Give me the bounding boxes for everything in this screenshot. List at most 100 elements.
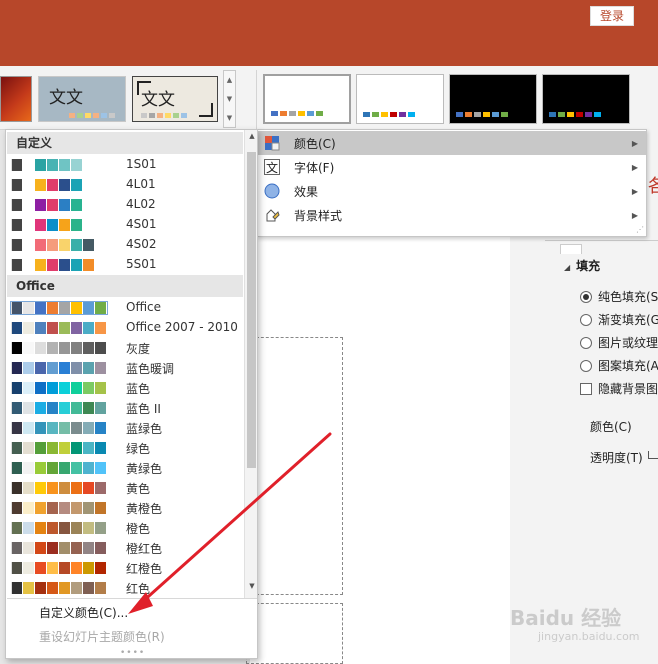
hide-background-graphics-option[interactable]: 隐藏背景图 xyxy=(580,380,658,397)
color-scheme-row[interactable]: Office xyxy=(7,298,243,318)
gradient-fill-option[interactable]: 渐变填充(G xyxy=(580,311,658,328)
color-scheme-row[interactable]: 4S02 xyxy=(7,235,243,255)
submenu-item-fonts[interactable]: 文 字体(F) ▶ xyxy=(258,155,646,179)
fill-tab-icon[interactable] xyxy=(560,244,582,254)
color-scheme-name: 蓝色暖调 xyxy=(126,362,175,376)
radio-button[interactable] xyxy=(580,290,592,303)
variant-thumbnail[interactable] xyxy=(263,74,351,124)
color-scheme-row[interactable]: 黄绿色 xyxy=(7,458,243,478)
color-scheme-row[interactable]: 绿色 xyxy=(7,438,243,458)
radio-button[interactable] xyxy=(580,313,592,326)
color-swatch xyxy=(47,462,59,474)
color-swatch xyxy=(59,582,71,594)
variant-thumbnail[interactable] xyxy=(449,74,537,124)
color-swatch xyxy=(35,219,47,231)
dropdown-scrollbar[interactable]: ▲ ▼ xyxy=(244,130,257,598)
color-scheme-row[interactable]: 红橙色 xyxy=(7,558,243,578)
color-swatch xyxy=(11,302,23,314)
title-bar: 登录 xyxy=(0,0,658,66)
color-scheme-row[interactable]: 1S01 xyxy=(7,155,243,175)
variant-color-dot xyxy=(501,112,508,117)
color-scheme-name: 橙红色 xyxy=(126,542,163,556)
radio-button[interactable] xyxy=(580,359,592,372)
color-swatch xyxy=(23,422,35,434)
collapse-triangle-icon: ◢ xyxy=(564,263,571,272)
color-scheme-row[interactable]: 蓝色暖调 xyxy=(7,358,243,378)
pattern-fill-option[interactable]: 图案填充(A xyxy=(580,357,658,374)
scroll-up-icon[interactable]: ▲ xyxy=(245,132,257,140)
chevron-down-icon[interactable]: ▼ xyxy=(224,90,235,109)
color-scheme-row[interactable]: 红色 xyxy=(7,578,243,598)
color-swatch xyxy=(83,159,95,171)
color-swatch xyxy=(71,159,83,171)
fill-section-header[interactable]: ◢ 填充 xyxy=(564,257,600,274)
color-swatch xyxy=(59,239,71,251)
color-swatch xyxy=(23,562,35,574)
color-scheme-row[interactable]: 蓝色 xyxy=(7,378,243,398)
resize-grip-icon[interactable]: •••• xyxy=(120,648,145,658)
color-scheme-row[interactable]: 4S01 xyxy=(7,215,243,235)
solid-fill-option[interactable]: 纯色填充(S xyxy=(580,288,658,305)
transparency-slider[interactable] xyxy=(648,451,658,459)
color-scheme-name: 4S01 xyxy=(126,217,157,231)
color-scheme-row[interactable]: 5S01 xyxy=(7,255,243,275)
variant-thumbnail[interactable] xyxy=(542,74,630,124)
scroll-down-icon[interactable]: ▼ xyxy=(245,582,257,590)
login-button[interactable]: 登录 xyxy=(590,6,634,26)
submenu-item-effects[interactable]: 效果 ▶ xyxy=(258,179,646,203)
theme-thumbnail[interactable]: 文文 xyxy=(38,76,126,122)
more-icon[interactable]: ▼ xyxy=(224,109,235,128)
resize-grip-icon[interactable]: ⋰ xyxy=(636,225,644,234)
color-swatch xyxy=(11,402,23,414)
color-scheme-row[interactable]: 蓝绿色 xyxy=(7,418,243,438)
theme-gallery-scroll[interactable]: ▲ ▼ ▼ xyxy=(223,70,236,128)
chevron-up-icon[interactable]: ▲ xyxy=(224,71,235,90)
color-swatch xyxy=(35,179,47,191)
color-swatch xyxy=(11,342,23,354)
color-scheme-row[interactable]: 4L02 xyxy=(7,195,243,215)
color-swatch xyxy=(71,502,83,514)
color-swatch xyxy=(47,239,59,251)
color-swatch xyxy=(47,219,59,231)
color-scheme-row[interactable]: 4L01 xyxy=(7,175,243,195)
color-swatch xyxy=(23,522,35,534)
picture-fill-option[interactable]: 图片或纹理 xyxy=(580,334,658,351)
color-swatch xyxy=(95,362,107,374)
color-swatches xyxy=(11,322,107,334)
chevron-right-icon: ▶ xyxy=(631,138,638,148)
color-scheme-row[interactable]: Office 2007 - 2010 xyxy=(7,318,243,338)
pane-divider xyxy=(545,240,658,241)
slide-canvas[interactable] xyxy=(246,236,510,664)
placeholder-box[interactable] xyxy=(246,337,343,595)
color-scheme-row[interactable]: 蓝色 II xyxy=(7,398,243,418)
checkbox[interactable] xyxy=(580,382,592,395)
variants-gallery xyxy=(256,70,658,130)
reset-theme-colors-menu-item[interactable]: 重设幻灯片主题颜色(R) xyxy=(39,628,165,645)
variant-color-dot xyxy=(492,112,499,117)
color-scheme-row[interactable]: 橙红色 xyxy=(7,538,243,558)
submenu-item-background-styles[interactable]: 背景样式 ▶ xyxy=(258,203,646,227)
color-swatch xyxy=(59,402,71,414)
color-scheme-row[interactable]: 灰度 xyxy=(7,338,243,358)
color-swatch xyxy=(11,562,23,574)
variant-color-dot xyxy=(456,112,463,117)
theme-thumbnail[interactable]: 文文 xyxy=(132,76,218,122)
color-swatch xyxy=(71,462,83,474)
placeholder-box[interactable] xyxy=(246,603,343,664)
color-scheme-row[interactable]: 橙色 xyxy=(7,518,243,538)
color-swatch xyxy=(11,462,23,474)
submenu-item-colors[interactable]: 颜色(C) ▶ xyxy=(258,131,646,155)
custom-colors-menu-item[interactable]: 自定义颜色(C)... xyxy=(39,604,128,621)
scrollbar-thumb[interactable] xyxy=(247,152,256,468)
radio-button[interactable] xyxy=(580,336,592,349)
color-scheme-row[interactable]: 黄橙色 xyxy=(7,498,243,518)
variant-thumbnail[interactable] xyxy=(356,74,444,124)
theme-thumbnail[interactable] xyxy=(0,76,32,122)
color-swatch xyxy=(71,179,83,191)
color-swatch xyxy=(59,199,71,211)
color-scheme-name: 4S02 xyxy=(126,237,157,251)
color-scheme-name: 红橙色 xyxy=(126,562,163,576)
color-swatch xyxy=(47,402,59,414)
color-swatch xyxy=(95,259,107,271)
color-scheme-row[interactable]: 黄色 xyxy=(7,478,243,498)
